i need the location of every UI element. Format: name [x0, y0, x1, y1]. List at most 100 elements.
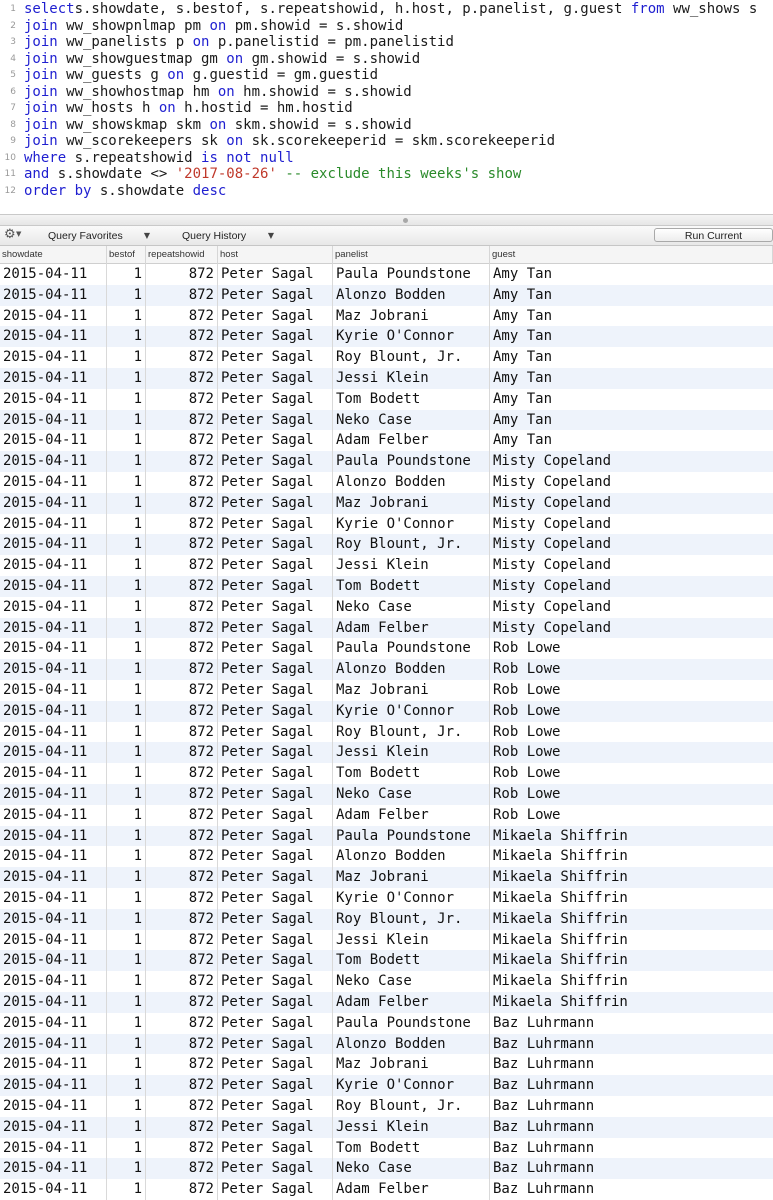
- table-row[interactable]: 2015-04-11 1 872 Peter Sagal Tom Bodett Rob L…: [0, 763, 773, 784]
- showdate-cell[interactable]: 2015-04-11: [0, 1137, 107, 1159]
- pane-splitter[interactable]: [0, 214, 773, 226]
- showdate-cell[interactable]: 2015-04-11: [0, 451, 107, 472]
- column-header-host[interactable]: host: [218, 246, 333, 264]
- repeatshowid-cell[interactable]: 872: [146, 430, 218, 452]
- bestof-cell[interactable]: 1: [107, 284, 146, 306]
- table-row[interactable]: 2015-04-11 1 872 Peter Sagal Paula Poundston…: [0, 825, 773, 847]
- table-row[interactable]: 2015-04-11 1 872 Peter Sagal Tom Bodett Amy T…: [0, 388, 773, 410]
- repeatshowid-cell[interactable]: 872: [146, 576, 218, 597]
- table-row[interactable]: 2015-04-11 1 872 Peter Sagal Alonzo Bodden Mi…: [0, 846, 773, 868]
- repeatshowid-cell[interactable]: 872: [146, 742, 218, 764]
- panelist-cell[interactable]: Maz Jobrani: [333, 680, 490, 701]
- table-row[interactable]: 2015-04-11 1 872 Peter Sagal Alonzo Bodden Ro…: [0, 659, 773, 680]
- repeatshowid-cell[interactable]: 872: [146, 867, 218, 888]
- guest-cell[interactable]: Misty Copeland: [490, 451, 773, 472]
- repeatshowid-cell[interactable]: 872: [146, 326, 218, 348]
- panelist-cell[interactable]: Kyrie O'Connor: [333, 326, 490, 348]
- host-cell[interactable]: Peter Sagal: [218, 721, 333, 743]
- column-header-repeatshowid[interactable]: repeatshowid: [146, 246, 218, 264]
- bestof-cell[interactable]: 1: [107, 680, 146, 701]
- host-cell[interactable]: Peter Sagal: [218, 1033, 333, 1055]
- repeatshowid-cell[interactable]: 872: [146, 388, 218, 410]
- host-cell[interactable]: Peter Sagal: [218, 555, 333, 576]
- bestof-cell[interactable]: 1: [107, 451, 146, 472]
- host-cell[interactable]: Peter Sagal: [218, 659, 333, 680]
- host-cell[interactable]: Peter Sagal: [218, 347, 333, 368]
- panelist-cell[interactable]: Maz Jobrani: [333, 1054, 490, 1076]
- repeatshowid-cell[interactable]: 872: [146, 971, 218, 992]
- repeatshowid-cell[interactable]: 872: [146, 1096, 218, 1117]
- gear-menu-button[interactable]: ⚙ ▼: [4, 227, 26, 242]
- showdate-cell[interactable]: 2015-04-11: [0, 305, 107, 327]
- repeatshowid-cell[interactable]: 872: [146, 1116, 218, 1138]
- table-row[interactable]: 2015-04-11 1 872 Peter Sagal Roy Blount, Jr.…: [0, 347, 773, 368]
- table-row[interactable]: 2015-04-11 1 872 Peter Sagal Neko Case Baz Lu…: [0, 1158, 773, 1180]
- panelist-cell[interactable]: Jessi Klein: [333, 555, 490, 576]
- host-cell[interactable]: Peter Sagal: [218, 992, 333, 1013]
- repeatshowid-cell[interactable]: 872: [146, 721, 218, 743]
- repeatshowid-cell[interactable]: 872: [146, 1158, 218, 1180]
- host-cell[interactable]: Peter Sagal: [218, 472, 333, 493]
- showdate-cell[interactable]: 2015-04-11: [0, 929, 107, 951]
- panelist-cell[interactable]: Jessi Klein: [333, 929, 490, 951]
- guest-cell[interactable]: Rob Lowe: [490, 659, 773, 680]
- bestof-cell[interactable]: 1: [107, 368, 146, 389]
- table-row[interactable]: 2015-04-11 1 872 Peter Sagal Alonzo Bodden Mi…: [0, 472, 773, 493]
- table-row[interactable]: 2015-04-11 1 872 Peter Sagal Paula Poundston…: [0, 638, 773, 660]
- table-row[interactable]: 2015-04-11 1 872 Peter Sagal Adam Felber Baz …: [0, 1179, 773, 1200]
- guest-cell[interactable]: Amy Tan: [490, 285, 773, 306]
- code-line[interactable]: 12 order by s.showdate desc: [0, 183, 773, 200]
- showdate-cell[interactable]: 2015-04-11: [0, 1075, 107, 1096]
- bestof-cell[interactable]: 1: [107, 1179, 146, 1200]
- panelist-cell[interactable]: Neko Case: [333, 409, 490, 431]
- host-cell[interactable]: Peter Sagal: [218, 430, 333, 452]
- guest-cell[interactable]: Amy Tan: [490, 410, 773, 431]
- showdate-cell[interactable]: 2015-04-11: [0, 264, 107, 285]
- repeatshowid-cell[interactable]: 872: [146, 596, 218, 618]
- host-cell[interactable]: Peter Sagal: [218, 908, 333, 930]
- guest-cell[interactable]: Misty Copeland: [490, 618, 773, 639]
- panelist-cell[interactable]: Adam Felber: [333, 992, 490, 1013]
- repeatshowid-cell[interactable]: 872: [146, 846, 218, 868]
- panelist-cell[interactable]: Tom Bodett: [333, 763, 490, 784]
- bestof-cell[interactable]: 1: [107, 929, 146, 951]
- panelist-cell[interactable]: Adam Felber: [333, 1179, 490, 1200]
- bestof-cell[interactable]: 1: [107, 992, 146, 1013]
- code-line[interactable]: 6 join ww_showhostmap hm on hm.showid = s…: [0, 84, 773, 101]
- host-cell[interactable]: Peter Sagal: [218, 264, 333, 285]
- host-cell[interactable]: Peter Sagal: [218, 513, 333, 535]
- guest-cell[interactable]: Rob Lowe: [490, 742, 773, 763]
- bestof-cell[interactable]: 1: [107, 784, 146, 805]
- host-cell[interactable]: Peter Sagal: [218, 638, 333, 660]
- host-cell[interactable]: Peter Sagal: [218, 1158, 333, 1180]
- panelist-cell[interactable]: Jessi Klein: [333, 368, 490, 389]
- repeatshowid-cell[interactable]: 872: [146, 347, 218, 368]
- repeatshowid-cell[interactable]: 872: [146, 992, 218, 1013]
- column-header-bestof[interactable]: bestof: [107, 246, 146, 264]
- showdate-cell[interactable]: 2015-04-11: [0, 1033, 107, 1055]
- showdate-cell[interactable]: 2015-04-11: [0, 409, 107, 431]
- showdate-cell[interactable]: 2015-04-11: [0, 1158, 107, 1180]
- table-row[interactable]: 2015-04-11 1 872 Peter Sagal Adam Felber Amy …: [0, 430, 773, 452]
- guest-cell[interactable]: Baz Luhrmann: [490, 1013, 773, 1034]
- guest-cell[interactable]: Misty Copeland: [490, 576, 773, 597]
- bestof-cell[interactable]: 1: [107, 1033, 146, 1055]
- guest-cell[interactable]: Misty Copeland: [490, 597, 773, 618]
- panelist-cell[interactable]: Alonzo Bodden: [333, 472, 490, 493]
- host-cell[interactable]: Peter Sagal: [218, 950, 333, 972]
- bestof-cell[interactable]: 1: [107, 347, 146, 368]
- repeatshowid-cell[interactable]: 872: [146, 555, 218, 576]
- table-row[interactable]: 2015-04-11 1 872 Peter Sagal Kyrie O'Connor B…: [0, 1075, 773, 1096]
- host-cell[interactable]: Peter Sagal: [218, 534, 333, 556]
- bestof-cell[interactable]: 1: [107, 1096, 146, 1117]
- host-cell[interactable]: Peter Sagal: [218, 888, 333, 909]
- bestof-cell[interactable]: 1: [107, 1054, 146, 1076]
- column-header-guest[interactable]: guest: [490, 246, 773, 264]
- guest-cell[interactable]: Baz Luhrmann: [490, 1117, 773, 1138]
- query-favorites-button[interactable]: Query Favorites ▼: [48, 229, 150, 243]
- panelist-cell[interactable]: Kyrie O'Connor: [333, 513, 490, 535]
- panelist-cell[interactable]: Paula Poundstone: [333, 825, 490, 847]
- results-grid[interactable]: showdate bestof repeatshowid host panelist gu…: [0, 246, 773, 1200]
- repeatshowid-cell[interactable]: 872: [146, 929, 218, 951]
- guest-cell[interactable]: Rob Lowe: [490, 805, 773, 826]
